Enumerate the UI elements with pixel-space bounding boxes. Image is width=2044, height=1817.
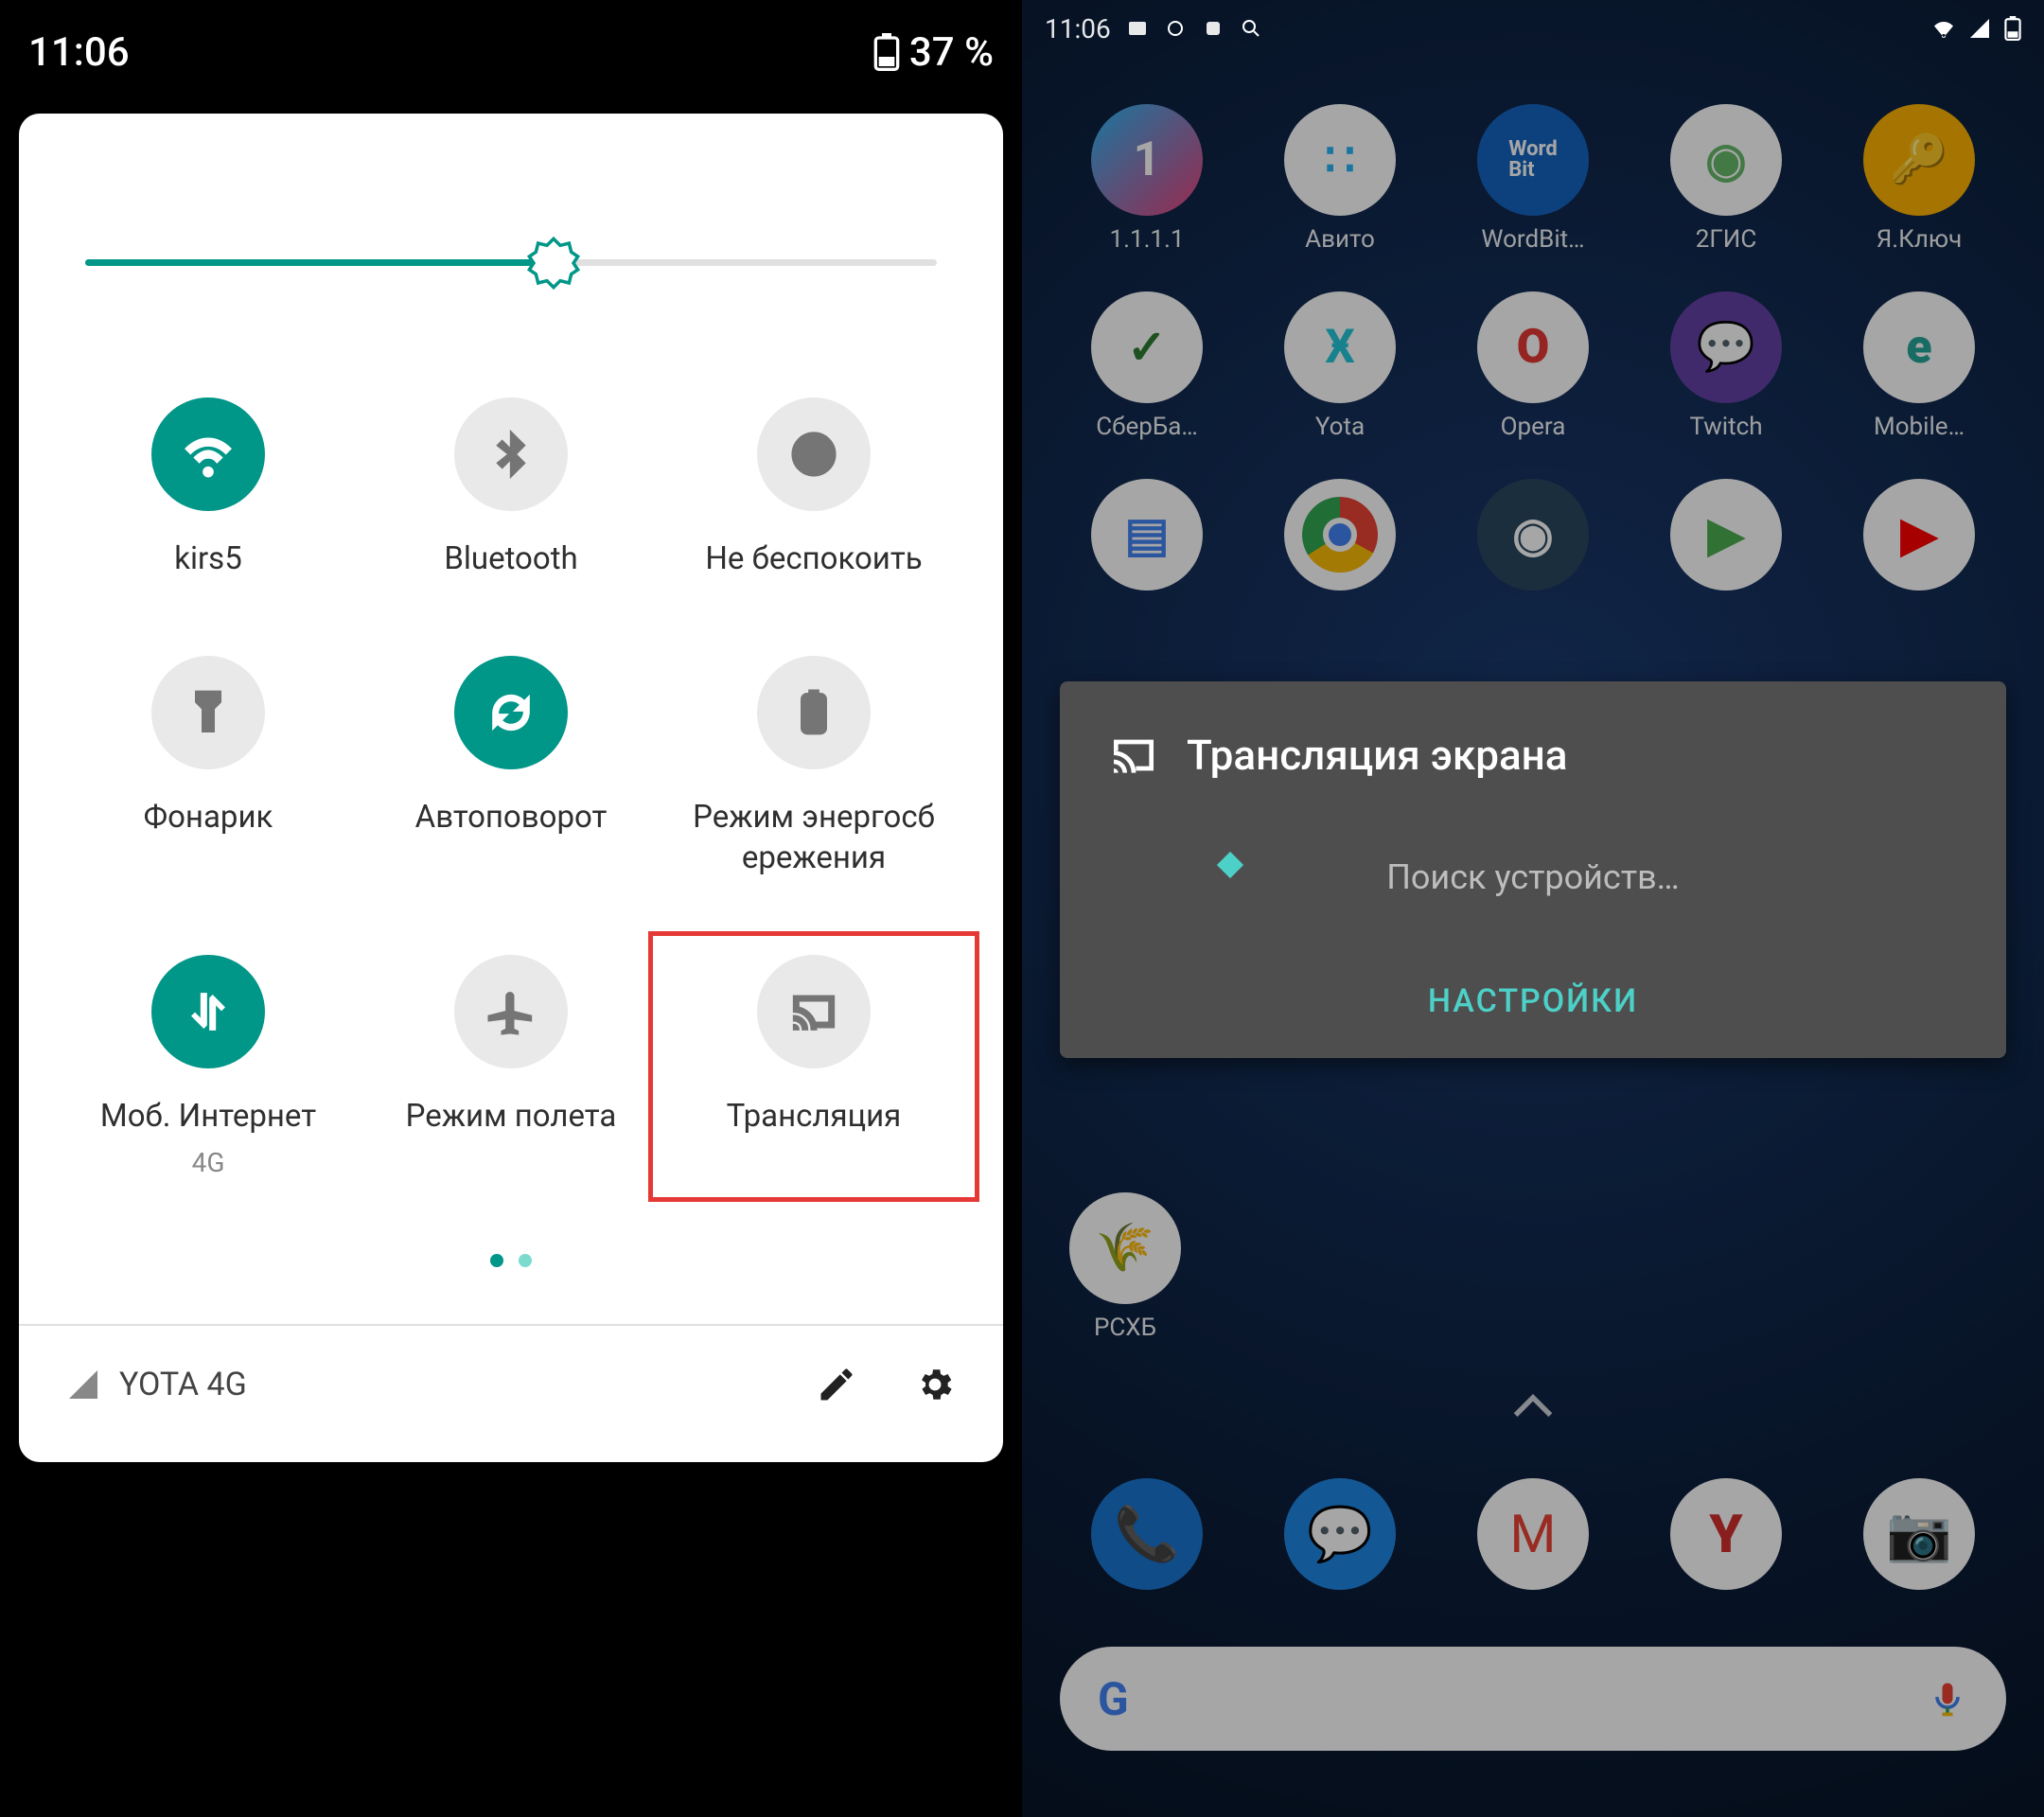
slider-fill — [85, 259, 554, 266]
tile-label: Не беспокоить — [705, 539, 922, 580]
tile-wifi[interactable]: kirs5 — [66, 397, 350, 580]
tile-autorotate[interactable]: Автоповорот — [369, 656, 653, 879]
image-notif-icon — [1126, 17, 1149, 40]
autorotate-icon — [454, 656, 568, 769]
signal-icon — [1968, 17, 1991, 40]
dialog-settings-button[interactable]: НАСТРОЙКИ — [1107, 963, 1959, 1030]
notif-square-icon — [1202, 17, 1225, 40]
status-bar: 11:06 — [1022, 0, 2044, 57]
search-icon — [1240, 17, 1262, 40]
page-dot-active — [490, 1254, 503, 1267]
spinner-icon — [1217, 852, 1243, 878]
quick-settings-panel: kirs5 Bluetooth Не беспокоить — [19, 114, 1003, 1462]
carrier-info[interactable]: YOTA 4G — [66, 1366, 247, 1403]
tile-flashlight[interactable]: Фонарик — [66, 656, 350, 879]
bluetooth-icon — [454, 397, 568, 511]
status-time: 11:06 — [1045, 13, 1111, 44]
wifi-icon — [151, 397, 265, 511]
tile-label: kirs5 — [174, 539, 242, 580]
wifi-icon — [1932, 17, 1955, 40]
settings-icon[interactable] — [914, 1364, 956, 1405]
qs-footer: YOTA 4G — [47, 1326, 975, 1443]
battery-status: 37 % — [873, 29, 994, 76]
screen-home-cast-dialog: 11:06 11.1.1.1 ∷Авито WordBitWordBit… ◉2… — [1022, 0, 2044, 1817]
tile-do-not-disturb[interactable]: Не беспокоить — [672, 397, 956, 580]
screen-quick-settings: 11:06 37 % kirs5 — [0, 0, 1022, 1817]
page-dot — [519, 1254, 532, 1267]
qs-tiles-grid: kirs5 Bluetooth Не беспокоить — [47, 360, 975, 1216]
tile-battery-saver[interactable]: Режим энергосб ережения — [672, 656, 956, 879]
signal-icon — [66, 1367, 100, 1402]
status-bar: 11:06 37 % — [0, 0, 1022, 104]
tile-label: Режим энергосб ережения — [672, 798, 956, 879]
tile-bluetooth[interactable]: Bluetooth — [369, 397, 653, 580]
tile-label: Фонарик — [144, 798, 273, 838]
cast-dialog: Трансляция экрана Поиск устройств… НАСТР… — [1060, 681, 2006, 1058]
cast-icon — [1107, 729, 1160, 782]
dialog-title: Трансляция экрана — [1187, 731, 1568, 780]
dnd-icon — [757, 397, 871, 511]
tile-cast[interactable]: Трансляция — [648, 931, 979, 1202]
tile-mobile-data[interactable]: Моб. Интернет 4G — [66, 955, 350, 1178]
notif-icon — [1164, 17, 1187, 40]
tile-sublabel: 4G — [192, 1147, 225, 1178]
battery-icon — [2004, 16, 2021, 41]
edit-icon[interactable] — [816, 1364, 857, 1405]
brightness-thumb-icon — [527, 237, 580, 290]
carrier-label: YOTA 4G — [119, 1366, 247, 1403]
airplane-icon — [454, 955, 568, 1068]
brightness-slider[interactable] — [85, 218, 937, 303]
tile-label: Трансляция — [727, 1097, 902, 1138]
tile-label: Автоповорот — [415, 798, 608, 838]
dialog-body: Поиск устройств… — [1107, 829, 1959, 963]
battery-percent: 37 % — [909, 29, 994, 76]
tile-label: Bluetooth — [444, 539, 577, 580]
battery-icon — [873, 33, 900, 71]
page-indicator — [47, 1216, 975, 1324]
battery-saver-icon — [757, 656, 871, 769]
flashlight-icon — [151, 656, 265, 769]
tile-airplane-mode[interactable]: Режим полета — [369, 955, 653, 1178]
tile-label: Режим полета — [406, 1097, 617, 1138]
status-time: 11:06 — [28, 29, 130, 76]
cast-icon — [757, 955, 871, 1068]
tile-label: Моб. Интернет — [100, 1097, 316, 1138]
mobile-data-icon — [151, 955, 265, 1068]
